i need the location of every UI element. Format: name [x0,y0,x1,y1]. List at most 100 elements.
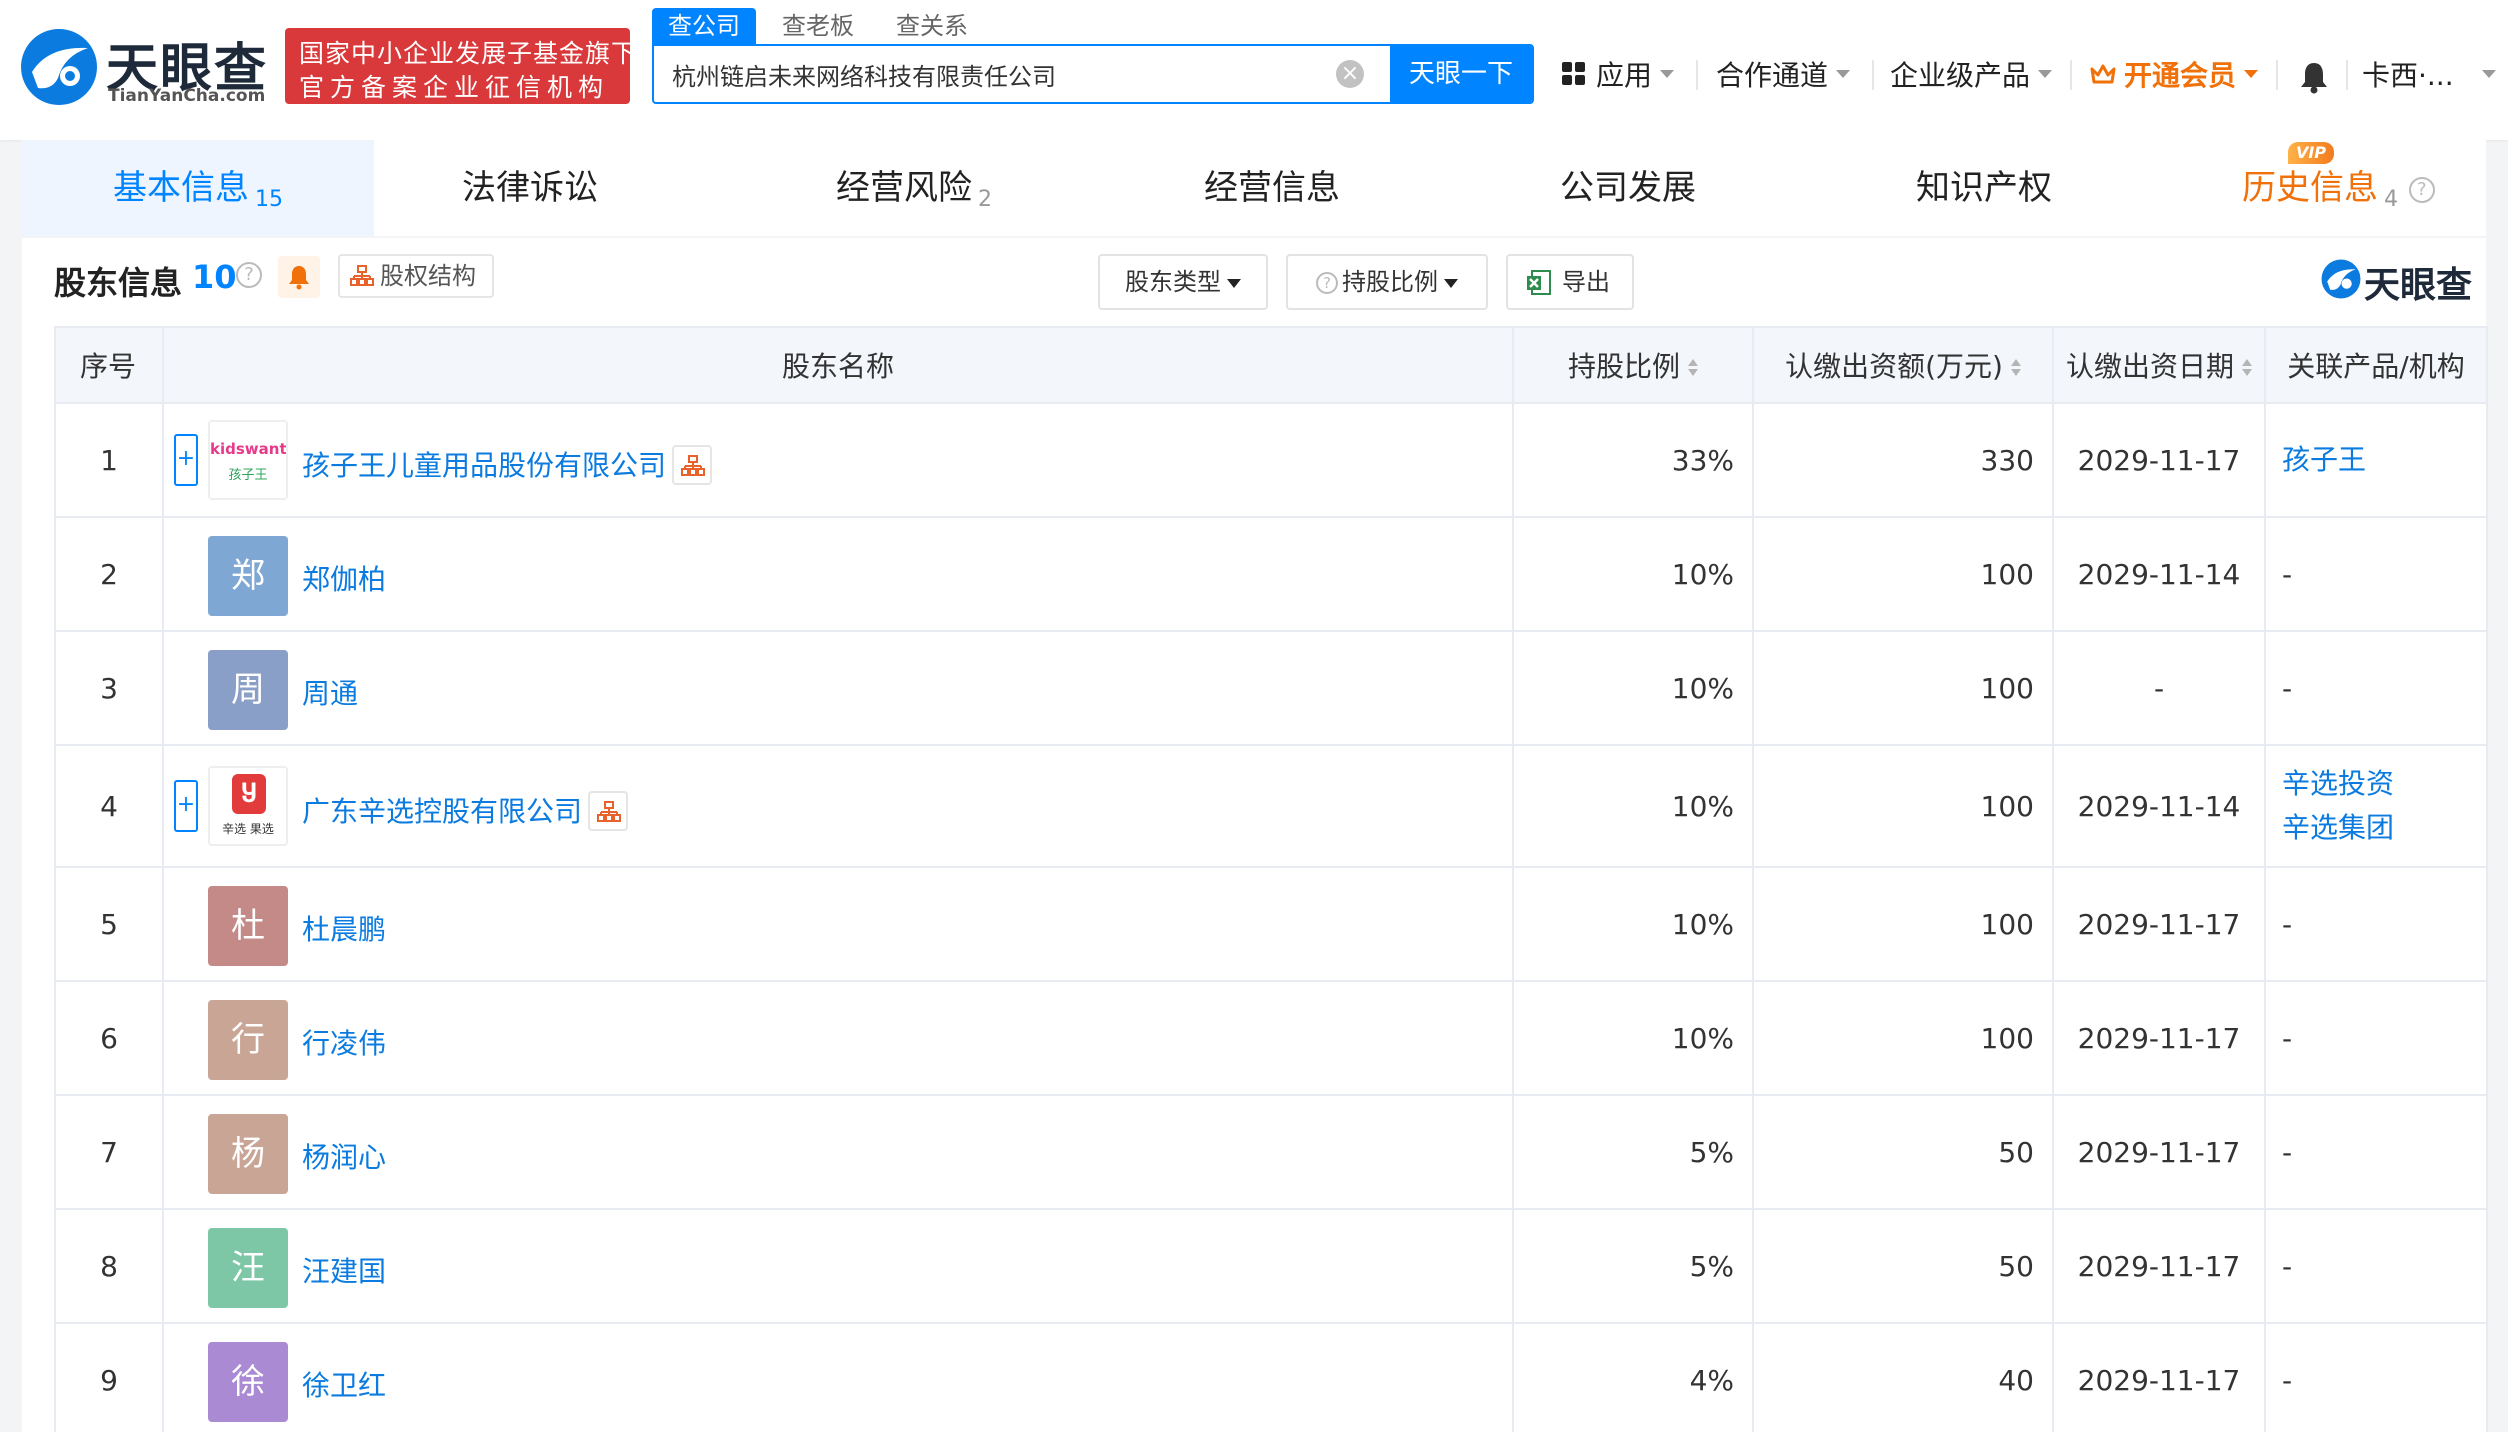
avatar[interactable]: 徐 [208,1342,288,1422]
avatar[interactable]: 汪 [208,1228,288,1308]
equity-tree-button[interactable] [588,791,629,831]
apps-grid-icon [1562,62,1586,86]
search-tab-relation[interactable]: 查关系 [880,8,984,44]
shareholder-name-link[interactable]: 周通 [302,672,358,712]
shareholder-name-link[interactable]: 杨润心 [302,1136,386,1176]
row-index: 3 [54,630,164,746]
shareholder-name-link[interactable]: 郑伽柏 [302,558,386,598]
tab-ip[interactable]: 知识产权 [1916,140,2052,236]
share-ratio: 10% [1512,516,1754,632]
shareholder-name-link[interactable]: 广东辛选控股有限公司 [302,795,582,828]
tab-development[interactable]: 公司发展 [1560,140,1696,236]
equity-tree-button[interactable] [672,445,713,485]
row-index: 7 [54,1094,164,1210]
clear-icon[interactable]: × [1336,60,1364,88]
shareholder-name-cell: + Ⴘ 辛选 果选 广东辛选控股有限公司 [162,744,1514,868]
table-row: 5 杜杜晨鹏 10% 100 2029-11-17- [54,866,2488,982]
share-ratio: 10% [1512,980,1754,1096]
shareholder-panel: 股东信息 10 ? 股权结构 股东类型 ? 持股比例 导出 天眼查 序号 股东名… [22,238,2488,1432]
shareholder-name-link[interactable]: 孩子王儿童用品股份有限公司 [302,449,666,482]
notification-bell-icon[interactable] [2298,60,2330,94]
company-logo[interactable]: Ⴘ 辛选 果选 [208,766,288,846]
subscribed-date: 2029-11-14 [2052,516,2266,632]
row-index: 1 [54,402,164,518]
share-ratio-filter[interactable]: ? 持股比例 [1286,254,1488,310]
table-row: 9 徐徐卫红 4% 40 2029-11-17- [54,1322,2488,1432]
col-header-ratio[interactable]: 持股比例 [1512,326,1754,404]
table-row: 3 周周通 10% 100- - [54,630,2488,746]
shareholder-name-link[interactable]: 杜晨鹏 [302,908,386,948]
help-icon[interactable]: ? [2408,176,2435,203]
search-input[interactable] [654,46,1388,102]
shareholder-name-link[interactable]: 汪建国 [302,1250,386,1290]
help-icon[interactable]: ? [236,262,262,288]
nav-enterprise[interactable]: 企业级产品 [1890,52,2053,96]
watermark-text: 天眼查 [2364,265,2473,306]
col-header-date[interactable]: 认缴出资日期 [2052,326,2266,404]
shareholder-type-filter[interactable]: 股东类型 [1098,254,1268,310]
shareholder-name-cell: 周周通 [162,630,1514,746]
tab-label: 基本信息 [113,168,249,208]
tab-history[interactable]: 历史信息 4 ? [2242,140,2435,236]
shareholder-name-cell: 郑郑伽柏 [162,516,1514,632]
search-tab-boss[interactable]: 查老板 [766,8,870,44]
header-label: 认缴出资日期 [2065,350,2234,383]
shareholder-name-cell: 汪汪建国 [162,1208,1514,1324]
table-body: 1 + kidswant 孩子王 孩子王儿童用品股份有限公司 33% 330 2029-11-… [54,402,2488,1432]
shareholder-name-wrap: 广东辛选控股有限公司 [302,790,629,833]
row-index: 6 [54,980,164,1096]
related-link[interactable]: 辛选投资 [2282,762,2486,806]
related-link[interactable]: 孩子王 [2282,438,2486,482]
avatar[interactable]: 杨 [208,1114,288,1194]
avatar[interactable]: 郑 [208,536,288,616]
chevron-down-icon [2481,70,2496,78]
nav-user-label: 卡西·... [2362,59,2454,92]
shareholder-name-link[interactable]: 行凌伟 [302,1022,386,1062]
logo-text: kidswant [210,440,287,458]
avatar[interactable]: 行 [208,1000,288,1080]
search-tab-company[interactable]: 查公司 [652,8,756,44]
subscribed-amount: 100 [1752,744,2054,868]
tab-label: 公司发展 [1560,168,1696,208]
shareholder-name-cell: 杨杨润心 [162,1094,1514,1210]
search-button[interactable]: 天眼一下 [1390,46,1532,102]
related-link[interactable]: 辛选集团 [2282,806,2486,850]
site-logo[interactable]: 天眼查 TianYanCha.com [18,22,278,112]
tianyancha-logo-icon [2321,259,2361,299]
table-header-row: 序号 股东名称 持股比例 认缴出资额(万元) 认缴出资日期 关联产品/机构 [54,326,2488,404]
avatar[interactable]: 杜 [208,886,288,966]
avatar[interactable]: 周 [208,650,288,730]
share-ratio: 5% [1512,1094,1754,1210]
chevron-down-icon [2244,70,2259,78]
expand-icon[interactable]: + [174,434,198,486]
logo-sub-text: 孩子王 [228,468,268,483]
tab-litigation[interactable]: 法律诉讼 [462,140,598,236]
tab-count: 2 [978,187,992,212]
export-button[interactable]: 导出 [1506,254,1634,310]
subscribed-amount: 330 [1752,402,2054,518]
monitor-bell-button[interactable] [278,256,320,298]
nav-channels[interactable]: 合作通道 [1716,52,1851,96]
tab-risk[interactable]: 经营风险 2 [836,140,992,236]
tab-basic-info[interactable]: 基本信息 15 [22,140,374,236]
share-ratio: 5% [1512,1208,1754,1324]
col-header-name: 股东名称 [162,326,1514,404]
row-index: 2 [54,516,164,632]
org-chart-icon [350,265,374,286]
shareholder-name-link[interactable]: 徐卫红 [302,1364,386,1404]
company-logo[interactable]: kidswant 孩子王 [208,420,288,500]
related-products: - [2264,1322,2488,1432]
nav-apps-label: 应用 [1596,59,1653,92]
tab-operations[interactable]: 经营信息 [1204,140,1340,236]
nav-divider [2276,60,2278,90]
col-header-amount[interactable]: 认缴出资额(万元) [1752,326,2054,404]
equity-structure-button[interactable]: 股权结构 [338,254,494,298]
nav-vip[interactable]: 开通会员 [2090,52,2259,96]
table-row: 4 + Ⴘ 辛选 果选 广东辛选控股有限公司 10% 100 2029-11-14 辛选投资 辛选… [54,744,2488,868]
expand-icon[interactable]: + [174,780,198,832]
header-label: 持股比例 [1567,350,1680,383]
nav-user[interactable]: 卡西·... [2362,52,2496,96]
chevron-down-icon [1444,278,1458,288]
share-ratio: 4% [1512,1322,1754,1432]
nav-apps[interactable]: 应用 [1562,52,1675,96]
